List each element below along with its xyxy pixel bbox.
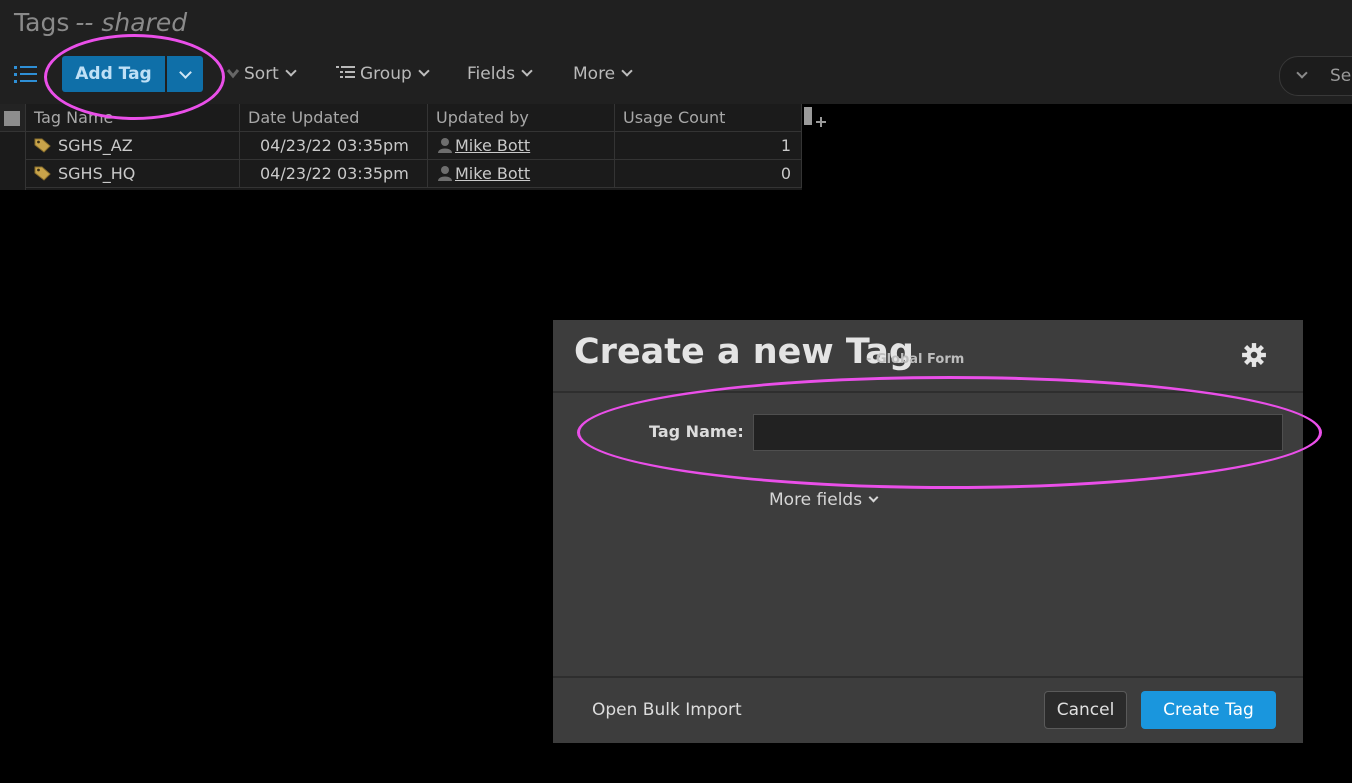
select-all-checkbox[interactable] bbox=[4, 111, 20, 126]
column-header-usage-count[interactable]: Usage Count bbox=[615, 104, 802, 132]
page-title-separator: -- bbox=[75, 8, 94, 37]
table-row[interactable]: SGHS_AZ bbox=[26, 132, 240, 160]
chevron-down-icon bbox=[868, 492, 879, 503]
sort-label: Sort bbox=[244, 64, 279, 84]
add-tag-dropdown-button[interactable] bbox=[167, 56, 203, 92]
tag-icon bbox=[34, 138, 51, 153]
group-label: Group bbox=[360, 64, 412, 84]
tags-table: Tag Name Date Updated Updated by Usage C… bbox=[0, 104, 802, 190]
more-label: More bbox=[573, 64, 616, 84]
cancel-button[interactable]: Cancel bbox=[1044, 691, 1127, 729]
page-title: Tags -- shared bbox=[14, 8, 187, 37]
fields-menu[interactable]: Fields bbox=[467, 64, 533, 84]
create-tag-dialog: Create a new Tag - Global Form Tag Name:… bbox=[553, 320, 1303, 743]
chevron-down-icon bbox=[621, 65, 633, 77]
dialog-footer-divider bbox=[553, 676, 1303, 678]
chevron-down-icon[interactable] bbox=[1296, 67, 1308, 79]
chevron-down-icon bbox=[285, 65, 297, 77]
chevron-down-icon bbox=[418, 65, 430, 77]
more-fields-toggle[interactable]: More fields bbox=[769, 490, 879, 510]
date-updated-cell: 04/23/22 03:35pm bbox=[240, 160, 428, 188]
tag-name-input[interactable] bbox=[753, 414, 1283, 451]
dialog-subtitle: - Global Form bbox=[866, 352, 965, 367]
user-icon bbox=[438, 166, 452, 181]
updated-by-cell: Mike Bott bbox=[428, 160, 615, 188]
more-menu[interactable]: More bbox=[573, 64, 633, 84]
more-fields-label: More fields bbox=[769, 490, 863, 510]
gear-icon[interactable] bbox=[1241, 342, 1267, 368]
search-placeholder: Sea bbox=[1330, 66, 1352, 86]
user-link[interactable]: Mike Bott bbox=[455, 164, 530, 183]
group-icon bbox=[336, 66, 355, 78]
create-tag-button[interactable]: Create Tag bbox=[1141, 691, 1276, 729]
page-title-text: Tags bbox=[14, 8, 70, 37]
user-link[interactable]: Mike Bott bbox=[455, 136, 530, 155]
tag-name: SGHS_AZ bbox=[58, 136, 133, 155]
list-icon[interactable] bbox=[14, 64, 38, 86]
add-column-icon[interactable] bbox=[804, 106, 826, 130]
column-header-tag-name[interactable]: Tag Name bbox=[26, 104, 240, 132]
date-updated-cell: 04/23/22 03:35pm bbox=[240, 132, 428, 160]
sort-menu[interactable]: Sort bbox=[226, 64, 297, 84]
dialog-header-divider bbox=[553, 391, 1303, 393]
usage-count-cell: 1 bbox=[615, 132, 802, 160]
column-header-updated-by[interactable]: Updated by bbox=[428, 104, 615, 132]
group-menu[interactable]: Group bbox=[336, 64, 430, 84]
tag-icon bbox=[34, 166, 51, 181]
open-bulk-import-link[interactable]: Open Bulk Import bbox=[592, 700, 742, 720]
page-title-scope: shared bbox=[101, 8, 188, 37]
column-header-date-updated[interactable]: Date Updated bbox=[240, 104, 428, 132]
usage-count-cell: 0 bbox=[615, 160, 802, 188]
chevron-down-icon bbox=[179, 66, 192, 79]
updated-by-cell: Mike Bott bbox=[428, 132, 615, 160]
add-tag-button[interactable]: Add Tag bbox=[62, 56, 165, 92]
top-bar: Tags -- shared Add Tag Sort Group Fields … bbox=[0, 0, 1352, 104]
sort-icon bbox=[226, 69, 240, 79]
search-box[interactable]: Sea bbox=[1279, 56, 1352, 96]
row-gutter bbox=[0, 132, 26, 190]
dialog-title: Create a new Tag bbox=[574, 332, 914, 372]
fields-label: Fields bbox=[467, 64, 516, 84]
chevron-down-icon bbox=[521, 65, 533, 77]
table-row[interactable]: SGHS_HQ bbox=[26, 160, 240, 188]
header-gutter bbox=[0, 104, 26, 132]
tag-name-label: Tag Name: bbox=[649, 422, 744, 441]
user-icon bbox=[438, 138, 452, 153]
tag-name: SGHS_HQ bbox=[58, 164, 136, 183]
